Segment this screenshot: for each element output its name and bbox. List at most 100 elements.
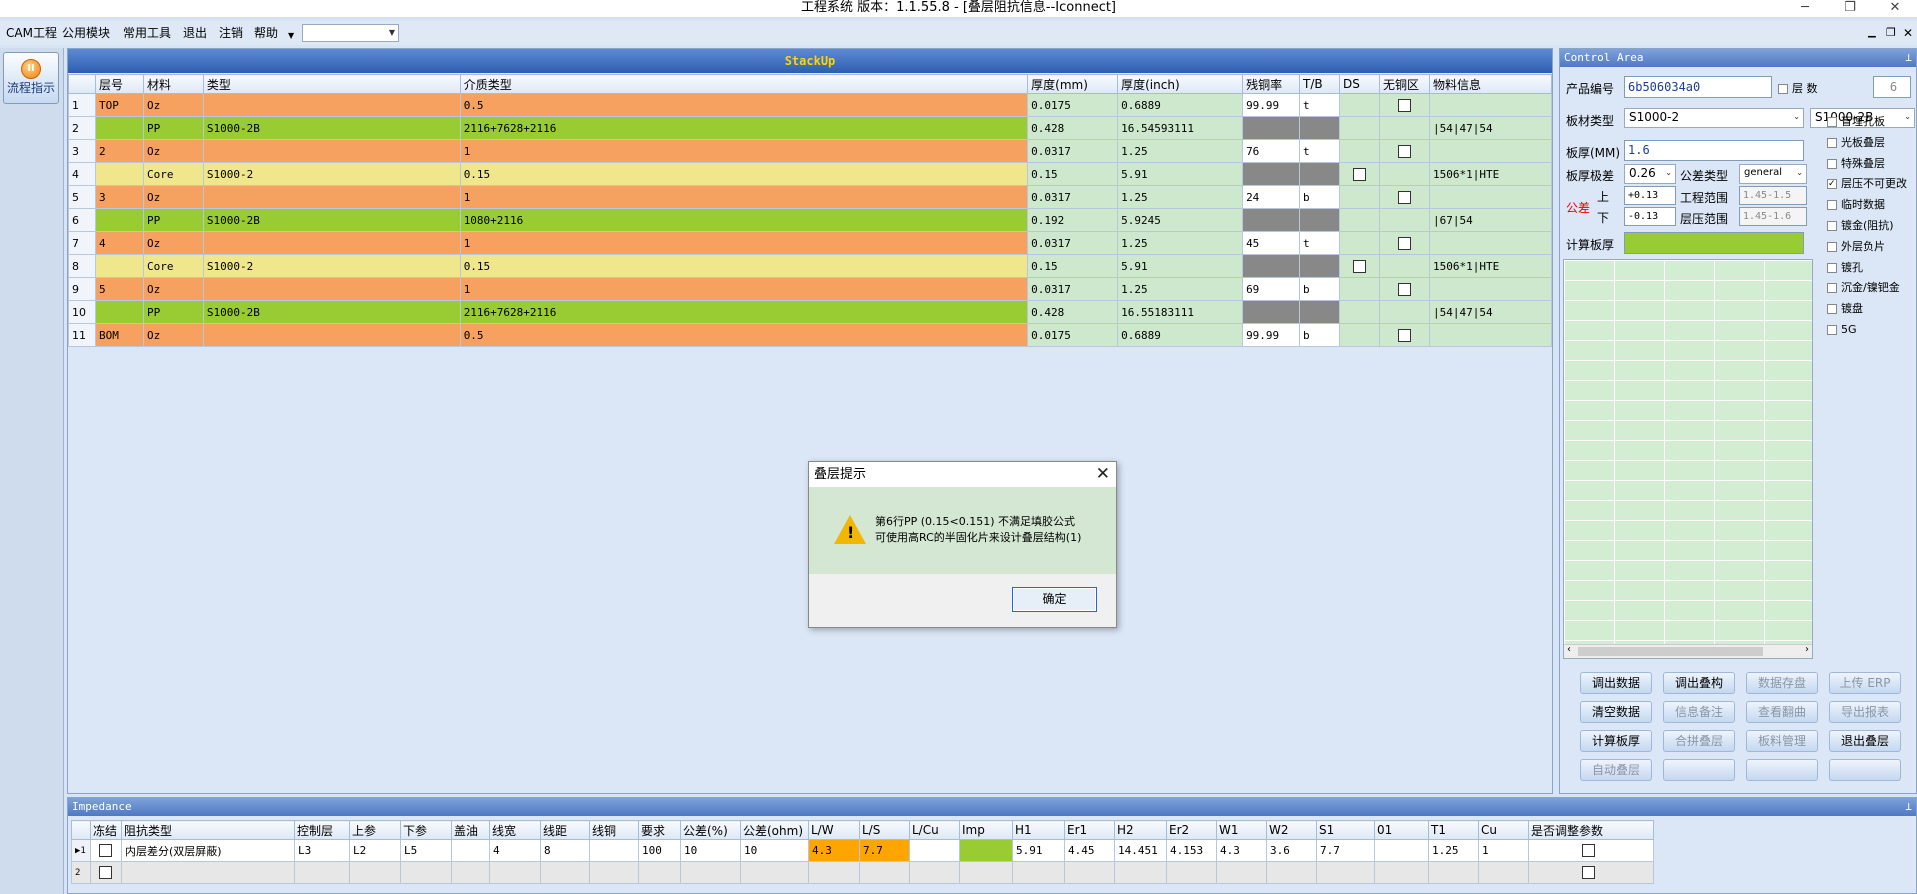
impedance-cell[interactable]	[489, 861, 541, 884]
layer-cell[interactable]: 5	[94, 277, 144, 301]
mdi-close-icon[interactable]: ✕	[1903, 25, 1913, 41]
impedance-cell[interactable]	[90, 839, 122, 862]
impedance-col-header[interactable]: 控制层	[294, 820, 350, 840]
impedance-cell[interactable]: 4.45	[1064, 839, 1115, 862]
tolerance-select[interactable]: 0.26 ⌄	[1624, 164, 1676, 184]
stackup-row[interactable]: 7 4 Oz 1 0.0317 1.25 45 t	[68, 231, 1553, 255]
thickness-mm-cell[interactable]: 0.0317	[1027, 231, 1119, 255]
dielectric-cell[interactable]: 1	[459, 231, 1029, 255]
option-checkbox[interactable]: ✓ 层压不可更改	[1827, 177, 1907, 191]
tb-cell[interactable]	[1299, 254, 1340, 278]
stackup-row[interactable]: 4 Core S1000-2 0.15 0.15 5.91 1506*1|HTE	[68, 162, 1553, 186]
impedance-cell[interactable]	[740, 861, 809, 884]
impedance-cell[interactable]	[1478, 861, 1529, 884]
copper-ratio-cell[interactable]: 69	[1242, 277, 1301, 301]
impedance-col-header[interactable]: 线宽	[489, 820, 541, 840]
checkbox[interactable]	[1827, 325, 1837, 335]
material-info-cell[interactable]: 1506*1|HTE	[1428, 254, 1553, 278]
impedance-cell[interactable]	[808, 861, 860, 884]
stackup-row[interactable]: 2 PP S1000-2B 2116+7628+2116 0.428 16.5459311…	[68, 116, 1553, 140]
layer-cell[interactable]: 4	[94, 231, 144, 255]
row-number[interactable]: 1	[68, 93, 96, 117]
impedance-cell[interactable]	[959, 861, 1013, 884]
impedance-col-header[interactable]: L/S	[859, 820, 910, 840]
impedance-col-header[interactable]: Cu	[1478, 820, 1529, 840]
tb-cell[interactable]: b	[1299, 323, 1340, 347]
impedance-cell[interactable]	[1428, 861, 1479, 884]
row-number[interactable]: 6	[68, 208, 96, 232]
thickness-input[interactable]: 1.6	[1624, 140, 1804, 161]
material-info-cell[interactable]	[1428, 277, 1553, 301]
stackup-row[interactable]: 5 3 Oz 1 0.0317 1.25 24 b	[68, 185, 1553, 209]
thickness-mm-cell[interactable]: 0.428	[1027, 116, 1119, 140]
col-copper-ratio[interactable]: 残铜率	[1242, 74, 1301, 94]
thickness-inch-cell[interactable]: 16.55183111	[1117, 300, 1244, 324]
col-type[interactable]: 类型	[202, 74, 461, 94]
impedance-cell[interactable]	[909, 839, 960, 862]
type-cell[interactable]	[202, 93, 461, 117]
action-button[interactable]: 清空数据	[1580, 701, 1652, 723]
ds-checkbox[interactable]	[1353, 259, 1366, 273]
ds-cell[interactable]	[1339, 116, 1380, 140]
impedance-col-header[interactable]: 线铜	[589, 820, 639, 840]
impedance-cell[interactable]	[1166, 861, 1217, 884]
dielectric-cell[interactable]: 0.15	[459, 254, 1029, 278]
impedance-col-header[interactable]: W1	[1216, 820, 1267, 840]
tolerance-down-input[interactable]: -0.13	[1624, 207, 1676, 226]
tb-cell[interactable]: b	[1299, 185, 1340, 209]
stackup-row[interactable]: 8 Core S1000-2 0.15 0.15 5.91 1506*1|HTE	[68, 254, 1553, 278]
thickness-mm-cell[interactable]: 0.15	[1027, 162, 1119, 186]
impedance-cell[interactable]: 4.153	[1166, 839, 1217, 862]
col-dielectric[interactable]: 介质类型	[459, 74, 1029, 94]
impedance-cell[interactable]: 1.25	[1428, 839, 1479, 862]
checkbox[interactable]: ✓	[1827, 179, 1837, 190]
impedance-row[interactable]: ▶1 内层差分(双层屏蔽) L3 L2 L5 4 8 100 10 10 4.3 7.7 5.91 4.4…	[71, 839, 1654, 862]
menu-tools[interactable]: 常用工具	[123, 25, 171, 41]
impedance-cell[interactable]	[540, 861, 590, 884]
action-button[interactable]: 查看翻曲	[1746, 701, 1818, 723]
copper-ratio-cell[interactable]	[1242, 254, 1301, 278]
scroll-left-icon[interactable]: ‹	[1567, 644, 1571, 655]
tb-cell[interactable]: b	[1299, 277, 1340, 301]
impedance-cell[interactable]	[1374, 839, 1429, 862]
impedance-cell[interactable]	[1528, 839, 1654, 862]
impedance-cell[interactable]: 4.3	[1216, 839, 1267, 862]
layer-cell[interactable]: TOP	[94, 93, 144, 117]
impedance-col-header[interactable]: 01	[1374, 820, 1429, 840]
menu-help[interactable]: 帮助	[254, 25, 278, 41]
action-button[interactable]: 导出报表	[1829, 701, 1901, 723]
row-number[interactable]: 5	[68, 185, 96, 209]
impedance-cell[interactable]: L2	[349, 839, 401, 862]
layer-cell[interactable]	[94, 162, 144, 186]
impedance-col-header[interactable]: Imp	[959, 820, 1013, 840]
impedance-col-header[interactable]: Er1	[1064, 820, 1115, 840]
col-thickness-inch[interactable]: 厚度(inch)	[1117, 74, 1244, 94]
impedance-col-header[interactable]: 下参	[400, 820, 452, 840]
layer-cell[interactable]: 2	[94, 139, 144, 163]
thickness-inch-cell[interactable]: 1.25	[1117, 231, 1244, 255]
type-cell[interactable]: S1000-2B	[202, 116, 461, 140]
row-number[interactable]: 11	[68, 323, 96, 347]
impedance-col-header[interactable]: 是否调整参数	[1528, 820, 1654, 840]
thickness-inch-cell[interactable]: 5.9245	[1117, 208, 1244, 232]
impedance-cell[interactable]: 7.7	[859, 839, 910, 862]
pin-icon[interactable]: ⊥	[1905, 798, 1912, 816]
impedance-cell[interactable]: 10	[680, 839, 741, 862]
row-number[interactable]: 7	[68, 231, 96, 255]
mdi-minimize-icon[interactable]: ▁	[1868, 25, 1876, 41]
action-button[interactable]: 数据存盘	[1746, 672, 1818, 694]
pin-icon[interactable]: ⊥	[1905, 49, 1912, 67]
row-number[interactable]: 9	[68, 277, 96, 301]
impedance-cell[interactable]	[1216, 861, 1267, 884]
dielectric-cell[interactable]: 1	[459, 185, 1029, 209]
material-info-cell[interactable]	[1428, 185, 1553, 209]
minimize-icon[interactable]: ─	[1790, 0, 1820, 16]
layer-cell[interactable]	[94, 254, 144, 278]
impedance-cell[interactable]	[1374, 861, 1429, 884]
impedance-cell[interactable]: 4.3	[808, 839, 860, 862]
impedance-col-header[interactable]: 冻结	[90, 820, 122, 840]
thickness-mm-cell[interactable]: 0.428	[1027, 300, 1119, 324]
option-checkbox[interactable]: 盲埋孔板	[1827, 115, 1885, 129]
restore-icon[interactable]: ❐	[1835, 0, 1865, 16]
impedance-cell[interactable]	[451, 839, 490, 862]
